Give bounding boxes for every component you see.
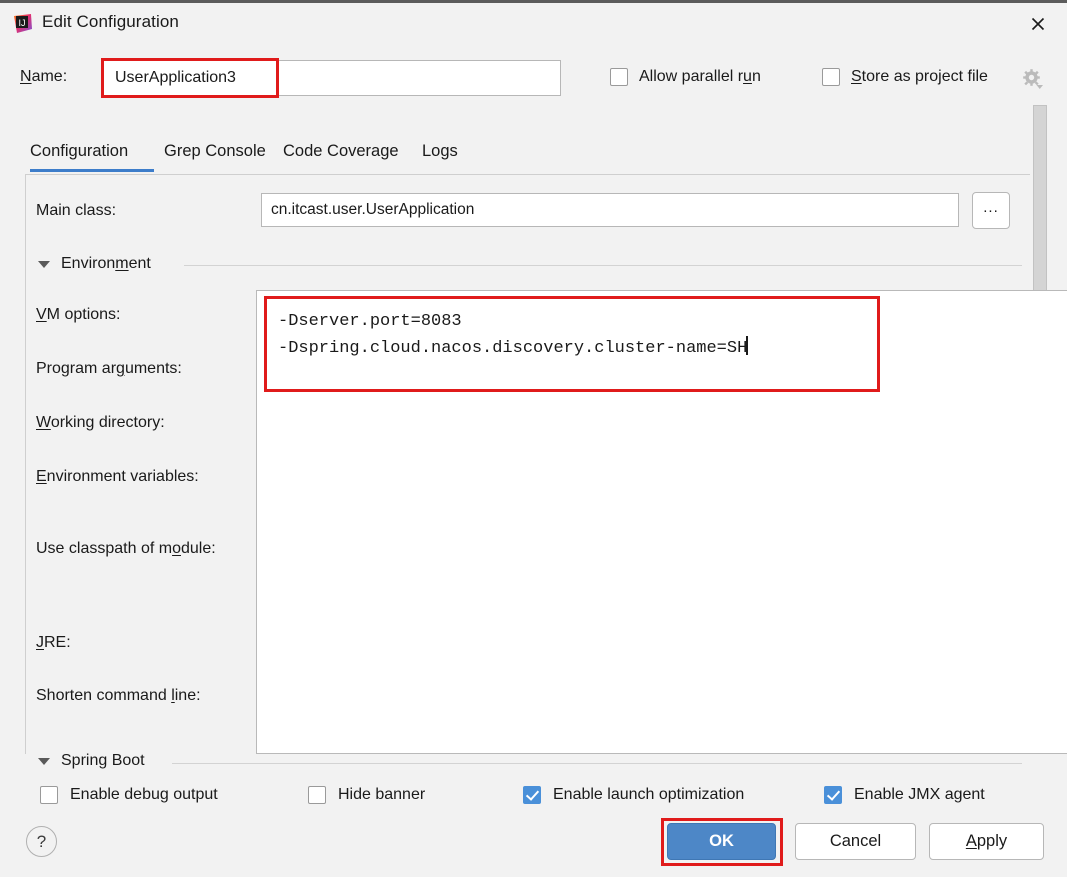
enable-launch-optimization-label: Enable launch optimization: [553, 786, 744, 804]
tab-grep-console[interactable]: Grep Console: [164, 136, 268, 172]
intellij-idea-icon: IJ: [12, 13, 33, 34]
enable-jmx-agent-label: Enable JMX agent: [854, 786, 985, 804]
title-bar: IJ Edit Configuration: [0, 0, 1067, 41]
use-classpath-of-module-label: Use classpath of module:: [36, 540, 216, 558]
gear-dropdown-icon[interactable]: [1022, 68, 1044, 90]
vm-options-line-2-wrap: -Dspring.cloud.nacos.discovery.cluster-n…: [278, 335, 866, 362]
working-directory-label: Working directory:: [36, 414, 165, 432]
vm-options-label: VM options:: [36, 306, 120, 324]
jre-label: JRE:: [36, 634, 71, 652]
section-spring-boot-divider: [172, 763, 1022, 764]
section-environment-label: Environment: [61, 255, 151, 273]
allow-parallel-run-checkbox-row[interactable]: Allow parallel run: [610, 68, 761, 86]
store-as-project-file-label: Store as project file: [851, 68, 988, 86]
hide-banner-label: Hide banner: [338, 786, 425, 804]
shorten-command-line-label: Shorten command line:: [36, 687, 201, 705]
main-class-input[interactable]: cn.itcast.user.UserApplication: [261, 193, 959, 227]
chevron-down-icon: [38, 758, 50, 765]
enable-jmx-agent-checkbox-row[interactable]: Enable JMX agent: [824, 786, 985, 804]
chevron-down-icon: [38, 261, 50, 268]
main-class-browse-button[interactable]: ...: [972, 192, 1010, 229]
tab-logs[interactable]: Logs: [422, 136, 461, 172]
program-arguments-label: Program arguments:: [36, 360, 182, 378]
spring-boot-options-row: Enable debug output Hide banner Enable l…: [0, 786, 1030, 812]
close-icon[interactable]: [1025, 12, 1051, 36]
vertical-scrollbar-thumb[interactable]: [1033, 105, 1047, 291]
name-input[interactable]: UserApplication3: [102, 60, 561, 96]
tab-configuration[interactable]: Configuration: [30, 136, 154, 172]
vm-options-highlight-box[interactable]: -Dserver.port=8083 -Dspring.cloud.nacos.…: [264, 296, 880, 392]
name-label: Name:: [20, 68, 67, 86]
text-caret: [746, 336, 748, 355]
apply-button[interactable]: Apply: [929, 823, 1044, 860]
enable-jmx-agent-checkbox[interactable]: [824, 786, 842, 804]
vm-options-line-2: -Dspring.cloud.nacos.discovery.cluster-n…: [278, 339, 747, 358]
ok-button[interactable]: OK: [667, 823, 776, 860]
enable-launch-optimization-checkbox-row[interactable]: Enable launch optimization: [523, 786, 744, 804]
enable-launch-optimization-checkbox[interactable]: [523, 786, 541, 804]
enable-debug-output-checkbox-row[interactable]: Enable debug output: [40, 786, 218, 804]
allow-parallel-run-checkbox[interactable]: [610, 68, 628, 86]
section-environment[interactable]: Environment: [38, 255, 151, 273]
main-class-label: Main class:: [36, 202, 116, 220]
section-spring-boot-label: Spring Boot: [61, 752, 145, 770]
enable-debug-output-label: Enable debug output: [70, 786, 218, 804]
tab-bar: Configuration Grep Console Code Coverage…: [0, 136, 1067, 174]
window-title: Edit Configuration: [42, 12, 179, 32]
store-as-project-file-checkbox[interactable]: [822, 68, 840, 86]
section-spring-boot[interactable]: Spring Boot: [38, 752, 145, 770]
tab-code-coverage[interactable]: Code Coverage: [283, 136, 407, 172]
section-environment-divider: [184, 265, 1022, 266]
environment-variables-label: Environment variables:: [36, 468, 199, 486]
store-as-project-file-checkbox-row[interactable]: Store as project file: [822, 68, 988, 86]
help-button[interactable]: ?: [26, 826, 57, 857]
enable-debug-output-checkbox[interactable]: [40, 786, 58, 804]
allow-parallel-run-label: Allow parallel run: [639, 68, 761, 86]
edit-configuration-dialog: IJ Edit Configuration Name: UserApplicat…: [0, 0, 1067, 877]
hide-banner-checkbox[interactable]: [308, 786, 326, 804]
hide-banner-checkbox-row[interactable]: Hide banner: [308, 786, 425, 804]
svg-text:IJ: IJ: [18, 18, 25, 28]
cancel-button[interactable]: Cancel: [795, 823, 916, 860]
vm-options-line-1: -Dserver.port=8083: [278, 308, 866, 335]
